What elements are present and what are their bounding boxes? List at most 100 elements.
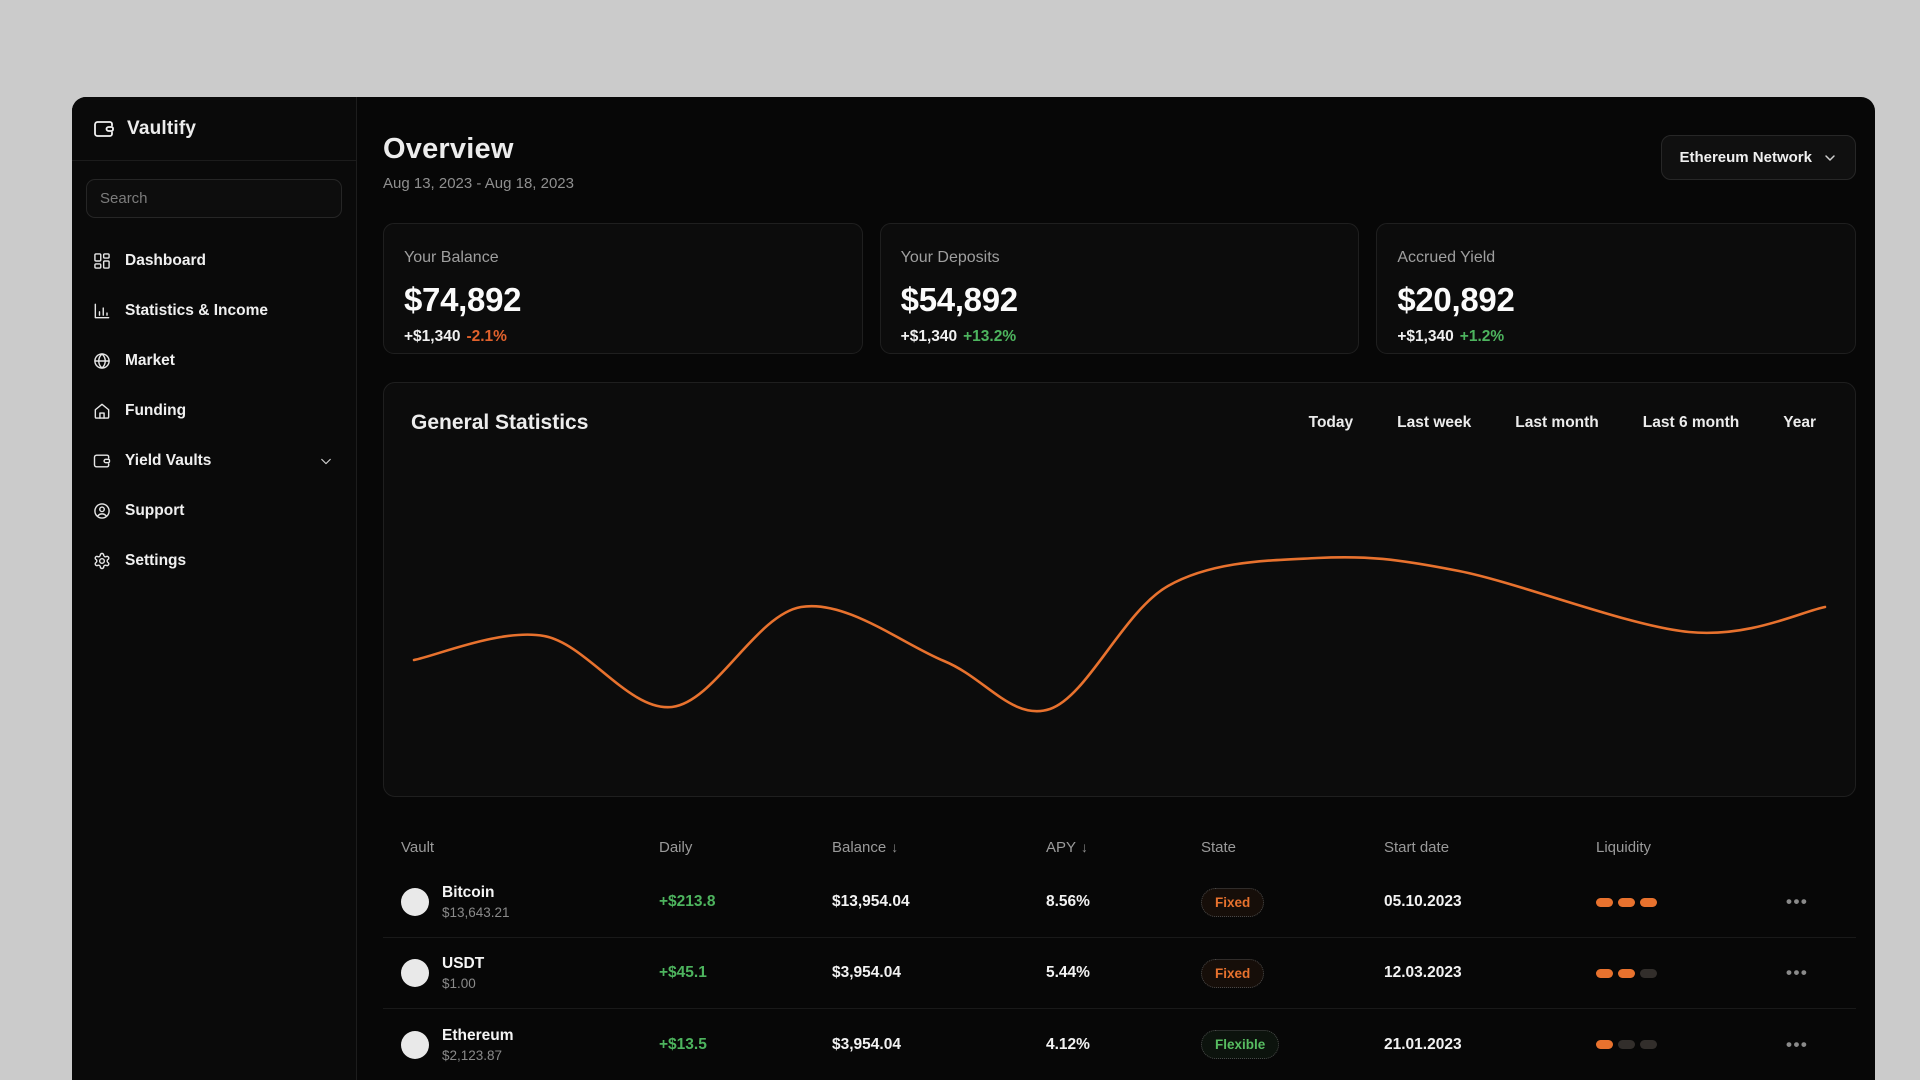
sidebar-item-support[interactable]: Support xyxy=(78,486,350,536)
wallet-icon xyxy=(92,451,112,471)
sidebar-item-yield-vaults[interactable]: Yield Vaults xyxy=(78,436,350,486)
apy-cell: 8.56% xyxy=(1046,893,1090,910)
table-row-bitcoin[interactable]: Bitcoin $13,643.21 +$213.8 $13,954.04 8.56% F… xyxy=(383,867,1856,938)
column-header-state: State xyxy=(1201,838,1237,856)
coin-avatar xyxy=(401,888,429,916)
row-menu-button[interactable]: ••• xyxy=(1786,1035,1856,1055)
column-header-balance[interactable]: Balance ↓ xyxy=(832,839,1046,856)
apy-cell: 4.12% xyxy=(1046,1035,1090,1053)
sidebar-item-statistics-income[interactable]: Statistics & Income xyxy=(78,286,350,336)
gear-icon xyxy=(92,551,112,571)
state-badge: Fixed xyxy=(1201,887,1265,917)
main-content: Overview Aug 13, 2023 - Aug 18, 2023 Eth… xyxy=(357,97,1875,1080)
stat-card-delta: +$1,340 +1.2% xyxy=(1397,328,1505,345)
daily-cell: +$213.8 xyxy=(659,893,716,910)
coin-avatar xyxy=(401,1030,429,1059)
liquidity-dash xyxy=(1618,968,1635,978)
sidebar-item-label: Dashboard xyxy=(125,252,206,269)
state-cell: Flexible xyxy=(1201,1030,1384,1059)
search-input[interactable] xyxy=(86,179,342,218)
sidebar: Vaultify Dashboard Statistics & Income Mar… xyxy=(72,97,357,1080)
network-selector-button[interactable]: Ethereum Network xyxy=(1661,135,1856,180)
dashboard-grid-icon xyxy=(92,251,112,271)
liquidity-indicator xyxy=(1596,968,1786,978)
state-badge: Flexible xyxy=(1201,1030,1280,1059)
table-body: Bitcoin $13,643.21 +$213.8 $13,954.04 8.56% F… xyxy=(383,867,1856,1080)
liquidity-indicator xyxy=(1596,1040,1786,1049)
state-cell: Fixed xyxy=(1201,958,1384,988)
table-row-usdt[interactable]: USDT $1.00 +$45.1 $3,954.04 5.44% Fixed 12.03.… xyxy=(383,938,1856,1009)
liquidity-dash xyxy=(1640,968,1657,978)
start-date-cell: 21.01.2023 xyxy=(1384,1035,1462,1053)
stat-cards-row: Your Balance $74,892 +$1,340 -2.1% Your Depo… xyxy=(383,223,1856,354)
stat-card-delta: +$1,340 +13.2% xyxy=(900,328,1017,345)
sidebar-item-market[interactable]: Market xyxy=(78,336,350,386)
liquidity-indicator xyxy=(1596,897,1786,907)
vault-cell: Bitcoin $13,643.21 xyxy=(401,884,659,920)
sidebar-item-label: Funding xyxy=(125,402,187,419)
sidebar-item-funding[interactable]: Funding xyxy=(78,386,350,436)
network-selector-label: Ethereum Network xyxy=(1679,149,1812,166)
statistics-line-chart xyxy=(412,555,1827,713)
app-logo: Vaultify xyxy=(72,97,356,161)
stat-card-label: Accrued Yield xyxy=(1397,249,1496,266)
start-date-cell: 12.03.2023 xyxy=(1384,964,1462,981)
stat-card-value: $20,892 xyxy=(1397,281,1515,318)
sidebar-item-label: Yield Vaults xyxy=(125,452,212,469)
liquidity-dash xyxy=(1596,1040,1613,1049)
stat-card-label: Your Deposits xyxy=(900,249,1000,266)
coin-price: $1.00 xyxy=(442,976,476,991)
wallet-logo-icon xyxy=(94,121,114,137)
liquidity-dash xyxy=(1596,897,1613,907)
column-header-apy[interactable]: APY ↓ xyxy=(1046,839,1201,856)
state-badge: Fixed xyxy=(1201,958,1265,988)
column-header-vault: Vault xyxy=(401,838,435,856)
sidebar-item-label: Market xyxy=(125,352,175,369)
row-menu-button[interactable]: ••• xyxy=(1786,963,1856,983)
vault-cell: Ethereum $2,123.87 xyxy=(401,1027,659,1063)
row-menu-button[interactable]: ••• xyxy=(1786,892,1856,912)
coin-name: Bitcoin xyxy=(442,884,495,901)
stat-card-value: $74,892 xyxy=(404,281,522,318)
stat-card-label: Your Balance xyxy=(404,249,499,266)
table-row-ethereum[interactable]: Ethereum $2,123.87 +$13.5 $3,954.04 4.12% Fle… xyxy=(383,1009,1856,1080)
app-window: Vaultify Dashboard Statistics & Income Mar… xyxy=(72,97,1875,1080)
state-cell: Fixed xyxy=(1201,887,1384,917)
globe-icon xyxy=(92,351,112,371)
balance-cell: $3,954.04 xyxy=(832,1035,901,1053)
sidebar-item-settings[interactable]: Settings xyxy=(78,536,350,586)
stat-card-delta-pct: -2.1% xyxy=(466,328,507,345)
stat-card-your-deposits: Your Deposits $54,892 +$1,340 +13.2% xyxy=(879,223,1360,354)
support-user-icon xyxy=(92,501,112,521)
table-header-row: Vault Daily Balance ↓ APY ↓ State Start date Liq… xyxy=(383,827,1856,867)
general-statistics-card: General Statistics Today Last week Last mo… xyxy=(383,382,1856,797)
coin-avatar xyxy=(401,959,429,987)
coin-name: Ethereum xyxy=(442,1026,514,1044)
date-range: Aug 13, 2023 - Aug 18, 2023 xyxy=(383,175,574,192)
sidebar-item-dashboard[interactable]: Dashboard xyxy=(78,236,350,286)
coin-price: $13,643.21 xyxy=(442,905,510,920)
column-header-start-date: Start date xyxy=(1384,838,1450,856)
liquidity-dash xyxy=(1618,897,1635,907)
bar-chart-icon xyxy=(92,301,112,321)
vaults-table: Vault Daily Balance ↓ APY ↓ State Start date Liq… xyxy=(383,827,1856,1080)
stat-card-delta-pct: +1.2% xyxy=(1459,328,1505,345)
stat-card-delta-pct: +13.2% xyxy=(963,328,1017,345)
sidebar-item-label: Support xyxy=(125,502,185,519)
stat-card-your-balance: Your Balance $74,892 +$1,340 -2.1% xyxy=(383,223,863,354)
sort-arrow-icon: ↓ xyxy=(891,838,899,855)
stat-card-value: $54,892 xyxy=(900,281,1018,318)
chevron-down-icon xyxy=(316,453,336,470)
vault-cell: USDT $1.00 xyxy=(401,955,659,991)
chevron-down-icon xyxy=(1825,154,1835,161)
sidebar-nav: Dashboard Statistics & Income Market Fundin… xyxy=(72,228,356,594)
sidebar-item-label: Statistics & Income xyxy=(125,302,268,319)
liquidity-dash xyxy=(1618,1040,1635,1049)
page-title: Overview xyxy=(383,133,514,165)
coin-price: $2,123.87 xyxy=(442,1047,503,1063)
liquidity-dash xyxy=(1640,897,1657,907)
start-date-cell: 05.10.2023 xyxy=(1384,893,1462,910)
liquidity-dash xyxy=(1640,1040,1657,1049)
home-icon xyxy=(92,401,112,421)
stat-card-delta: +$1,340 -2.1% xyxy=(404,328,507,345)
